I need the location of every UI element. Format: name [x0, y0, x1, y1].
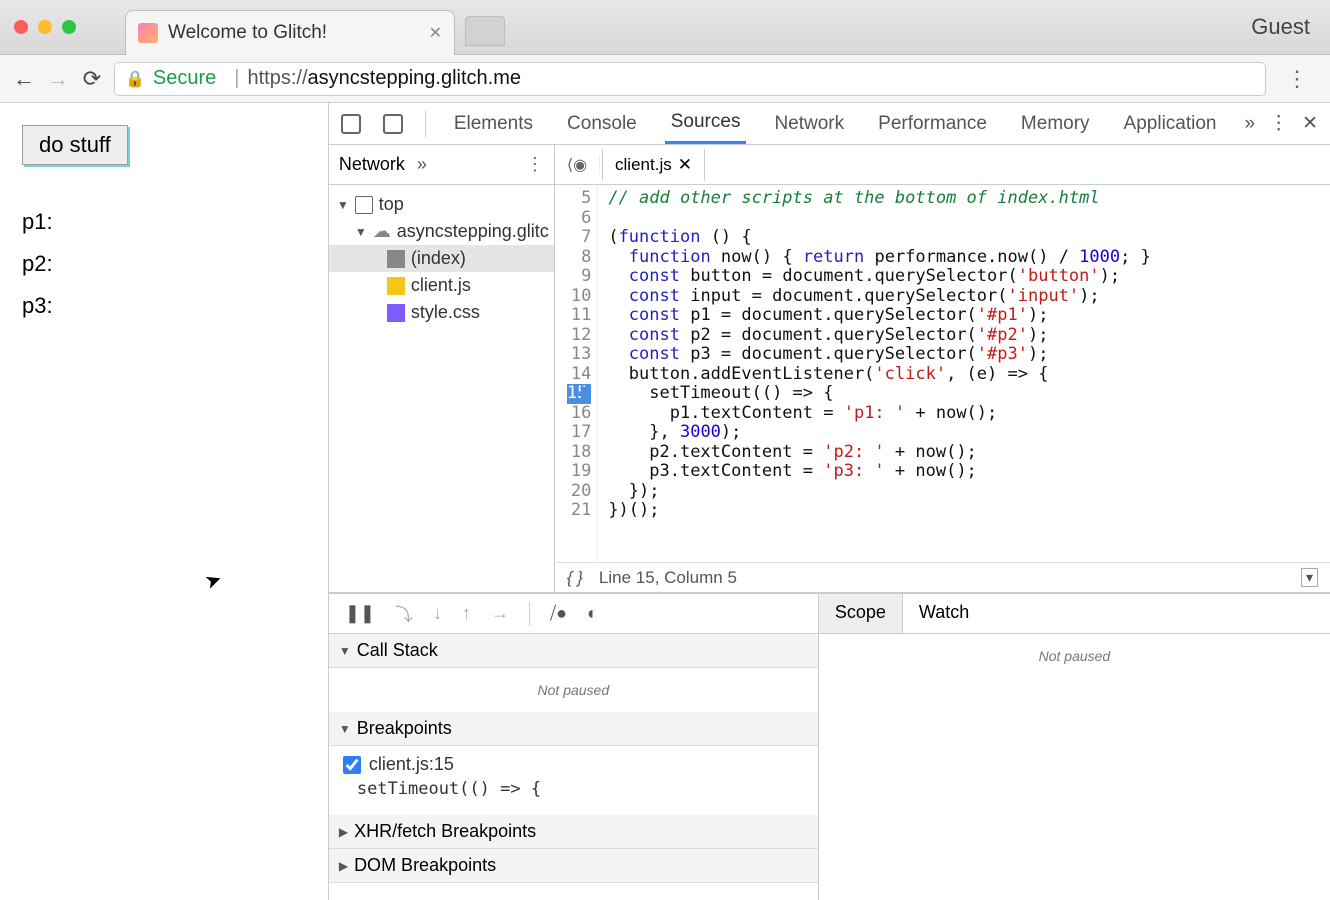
pause-exceptions-button[interactable]: ◐ [587, 603, 598, 624]
navigator-overflow-icon[interactable]: » [417, 154, 427, 175]
close-tab-icon[interactable]: ✕ [429, 23, 442, 43]
navigator-menu-icon[interactable]: ⋮ [526, 154, 544, 175]
deactivate-breakpoints-button[interactable]: ⧸● [550, 603, 567, 624]
inspect-element-icon[interactable] [341, 114, 361, 134]
tree-file-clientjs[interactable]: client.js [329, 272, 554, 299]
tree-root[interactable]: ▼top [329, 191, 554, 218]
url-host: asyncstepping.glitch.me [308, 67, 521, 90]
breakpoint-list: client.js:15 setTimeout(() => { [329, 746, 818, 815]
format-icon[interactable]: { } [567, 568, 583, 588]
page-viewport: do stuff p1: p2: p3: [0, 103, 329, 900]
window-controls [0, 20, 90, 34]
editor-statusbar: { } Line 15, Column 5 ▾ [555, 562, 1330, 592]
breakpoint-code: setTimeout(() => { [343, 775, 804, 807]
tab-performance[interactable]: Performance [872, 105, 993, 143]
tab-sources[interactable]: Sources [665, 103, 747, 144]
minimize-window-button[interactable] [38, 20, 52, 34]
browser-menu-button[interactable]: ⋮ [1276, 66, 1318, 92]
breakpoint-checkbox[interactable] [343, 756, 361, 774]
scope-tab[interactable]: Scope [819, 594, 903, 633]
debugger-left: ❚❚ ⤵ ↓ ↑ → ⧸● ◐ ▼Call Stack Not paused ▼… [329, 594, 819, 900]
code-area[interactable]: 56789101112131415161718192021 // add oth… [555, 185, 1330, 562]
watch-tab[interactable]: Watch [903, 594, 985, 633]
back-button[interactable]: ← [12, 66, 36, 92]
do-stuff-button[interactable]: do stuff [22, 125, 128, 165]
devtools-tabbar: Elements Console Sources Network Perform… [329, 103, 1330, 145]
editor-tab-clientjs[interactable]: client.js ✕ [602, 149, 705, 181]
line-gutter[interactable]: 56789101112131415161718192021 [555, 185, 598, 562]
debugger-toolbar: ❚❚ ⤵ ↓ ↑ → ⧸● ◐ [329, 594, 818, 634]
browser-tab[interactable]: Welcome to Glitch! ✕ [125, 10, 455, 55]
close-file-icon[interactable]: ✕ [678, 155, 692, 175]
sources-navigator: Network » ⋮ ▼top ▼☁︎asyncstepping.glitc … [329, 145, 555, 592]
tab-console[interactable]: Console [561, 105, 643, 143]
secure-label: Secure [153, 67, 216, 90]
close-devtools-icon[interactable]: ✕ [1302, 112, 1318, 135]
xhr-breakpoints-header[interactable]: ▶XHR/fetch Breakpoints [329, 815, 818, 849]
code-editor: ⟨◉ client.js ✕ 5678910111213141516171819… [555, 145, 1330, 592]
tree-file-stylecss[interactable]: style.css [329, 299, 554, 326]
pause-button[interactable]: ❚❚ [345, 603, 375, 624]
forward-button[interactable]: → [46, 66, 70, 92]
p3-text: p3: [22, 293, 306, 319]
cursor-position: Line 15, Column 5 [599, 568, 737, 588]
callstack-state: Not paused [329, 668, 818, 712]
new-tab-button[interactable] [465, 16, 505, 46]
tab-elements[interactable]: Elements [448, 105, 539, 143]
scope-state: Not paused [819, 634, 1330, 678]
breakpoints-header[interactable]: ▼Breakpoints [329, 712, 818, 746]
editor-tabbar: ⟨◉ client.js ✕ [555, 145, 1330, 185]
devtools-menu-icon[interactable]: ⋮ [1269, 112, 1288, 135]
titlebar: Welcome to Glitch! ✕ Guest [0, 0, 1330, 55]
editor-navigate-icon[interactable]: ⟨◉ [555, 155, 600, 175]
scope-watch-tabs: Scope Watch [819, 594, 1330, 634]
debugger-panels: ❚❚ ⤵ ↓ ↑ → ⧸● ◐ ▼Call Stack Not paused ▼… [329, 593, 1330, 900]
tree-file-index[interactable]: (index) [329, 245, 554, 272]
device-toggle-icon[interactable] [383, 114, 403, 134]
browser-toolbar: ← → ⟳ 🔒 Secure | https://asyncstepping.g… [0, 55, 1330, 103]
devtools-panel: Elements Console Sources Network Perform… [329, 103, 1330, 900]
status-toggle-icon[interactable]: ▾ [1301, 568, 1318, 587]
step-over-button[interactable]: ⤵ [395, 601, 413, 627]
close-window-button[interactable] [14, 20, 28, 34]
url-scheme: https:// [248, 67, 308, 90]
p1-text: p1: [22, 209, 306, 235]
favicon-icon [138, 23, 158, 43]
step-into-button[interactable]: ↓ [433, 603, 442, 624]
tab-application[interactable]: Application [1118, 105, 1223, 143]
address-bar[interactable]: 🔒 Secure | https://asyncstepping.glitch.… [114, 62, 1266, 96]
navigator-dropdown[interactable]: Network [339, 154, 405, 175]
overflow-tabs-icon[interactable]: » [1245, 113, 1256, 135]
reload-button[interactable]: ⟳ [80, 66, 104, 92]
lock-icon: 🔒 [125, 69, 145, 89]
code-content[interactable]: // add other scripts at the bottom of in… [598, 185, 1161, 562]
debugger-right: Scope Watch Not paused [819, 594, 1330, 900]
maximize-window-button[interactable] [62, 20, 76, 34]
guest-profile-label[interactable]: Guest [1251, 14, 1310, 40]
file-tree: ▼top ▼☁︎asyncstepping.glitc (index) clie… [329, 185, 554, 332]
navigator-header: Network » ⋮ [329, 145, 554, 185]
p2-text: p2: [22, 251, 306, 277]
tab-title: Welcome to Glitch! [168, 22, 327, 44]
callstack-header[interactable]: ▼Call Stack [329, 634, 818, 668]
tree-domain[interactable]: ▼☁︎asyncstepping.glitc [329, 218, 554, 245]
breakpoint-item[interactable]: client.js:15 [343, 754, 804, 775]
step-out-button[interactable]: ↑ [462, 603, 471, 624]
step-button[interactable]: → [491, 603, 509, 624]
main-content: do stuff p1: p2: p3: Elements Console So… [0, 103, 1330, 900]
tab-network[interactable]: Network [768, 105, 850, 143]
tab-memory[interactable]: Memory [1015, 105, 1096, 143]
dom-breakpoints-header[interactable]: ▶DOM Breakpoints [329, 849, 818, 883]
